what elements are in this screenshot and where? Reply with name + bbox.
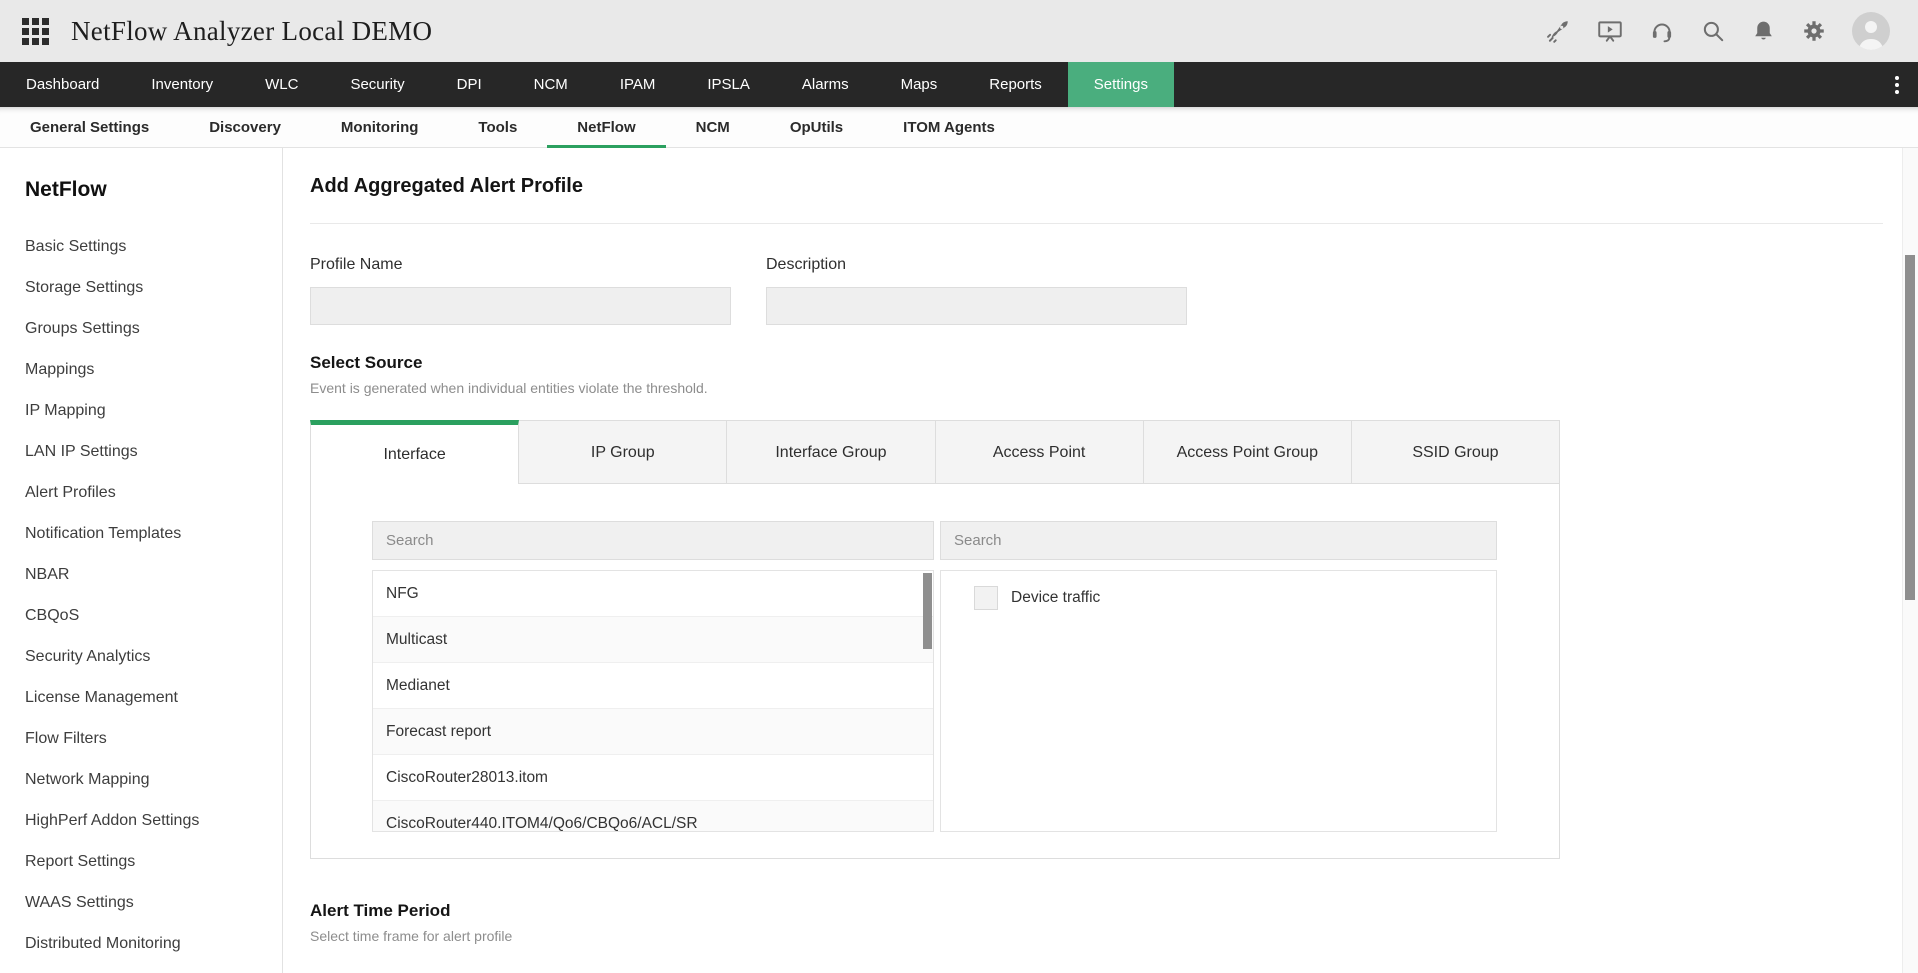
sub-nav-item[interactable]: Discovery	[179, 107, 311, 147]
profile-name-label: Profile Name	[310, 256, 403, 273]
rocket-icon[interactable]	[1545, 18, 1571, 44]
description-label: Description	[766, 256, 847, 273]
sub-nav-item[interactable]: NCM	[666, 107, 760, 147]
sidebar-item[interactable]: Basic Settings	[25, 226, 282, 267]
selected-interfaces-panel: Device traffic	[940, 521, 1497, 832]
select-source-heading: Select Source	[310, 353, 423, 372]
profile-name-input[interactable]	[310, 287, 731, 325]
source-selection-panel: NFGMulticastMedianetForecast reportCisco…	[310, 483, 1560, 859]
sidebar-item[interactable]: Storage Settings	[25, 267, 282, 308]
main-nav-item[interactable]: WLC	[239, 62, 324, 107]
sub-nav-item[interactable]: Monitoring	[311, 107, 448, 147]
alert-time-period-heading: Alert Time Period	[310, 901, 451, 920]
sidebar-title: NetFlow	[25, 178, 107, 201]
description-field-group: Description	[766, 256, 1187, 325]
main-nav-item[interactable]: Reports	[963, 62, 1068, 107]
top-bar: NetFlow Analyzer Local DEMO	[0, 0, 1918, 62]
interface-list-item[interactable]: CiscoRouter28013.itom	[373, 755, 933, 801]
sub-nav-item[interactable]: General Settings	[0, 107, 179, 147]
apps-grid-icon[interactable]	[22, 17, 49, 45]
sidebar-item[interactable]: Report Settings	[25, 841, 282, 882]
device-traffic-row[interactable]: Device traffic	[974, 586, 1496, 610]
sub-nav-item[interactable]: OpUtils	[760, 107, 873, 147]
main-nav-item[interactable]: Security	[324, 62, 430, 107]
main-nav-item[interactable]: NCM	[508, 62, 594, 107]
source-tab[interactable]: SSID Group	[1351, 420, 1561, 484]
sidebar-item[interactable]: Flow Filters	[25, 718, 282, 759]
main-content: Add Aggregated Alert Profile Profile Nam…	[283, 148, 1918, 973]
settings-sub-nav: General Settings Discovery Monitoring Tools…	[0, 107, 1918, 148]
sidebar-item[interactable]: LAN IP Settings	[25, 431, 282, 472]
source-tab[interactable]: Access Point	[935, 420, 1144, 484]
page-scrollbar-thumb[interactable]	[1905, 255, 1915, 600]
user-avatar[interactable]	[1852, 12, 1890, 50]
interface-list: NFG Multicast Medianet Forecast report Cisco…	[373, 571, 933, 831]
sidebar-item[interactable]: Groups Settings	[25, 308, 282, 349]
sidebar-item[interactable]: HighPerf Addon Settings	[25, 800, 282, 841]
interface-list-item[interactable]: CiscoRouter440.ITOM4/Qo6/CBQo6/ACL/SR	[373, 801, 933, 831]
select-source-subtitle: Event is generated when individual entit…	[310, 380, 708, 396]
sidebar-item[interactable]: Notification Templates	[25, 513, 282, 554]
main-nav: Dashboard Inventory WLC Security DPI NCM IPAM I…	[0, 62, 1918, 107]
divider	[310, 223, 1883, 224]
page-title: Add Aggregated Alert Profile	[310, 175, 583, 197]
source-tab[interactable]: Interface	[310, 420, 520, 484]
main-nav-item[interactable]: Alarms	[776, 62, 875, 107]
support-headset-icon[interactable]	[1649, 18, 1675, 44]
sidebar-list: Basic Settings Storage Settings Groups Set…	[25, 226, 282, 964]
topbar-actions	[1545, 12, 1890, 50]
notifications-bell-icon[interactable]	[1751, 18, 1776, 44]
sidebar-item[interactable]: License Management	[25, 677, 282, 718]
device-traffic-checkbox[interactable]	[974, 586, 998, 610]
demo-player-icon[interactable]	[1596, 18, 1624, 44]
main-nav-item[interactable]: Inventory	[125, 62, 239, 107]
main-nav-item[interactable]: Maps	[875, 62, 964, 107]
interface-list-scrollbar-thumb[interactable]	[923, 573, 932, 649]
main-nav-item[interactable]: IPAM	[594, 62, 682, 107]
source-tab[interactable]: IP Group	[519, 420, 728, 484]
description-input[interactable]	[766, 287, 1187, 325]
sidebar-item[interactable]: Alert Profiles	[25, 472, 282, 513]
app-title: NetFlow Analyzer Local DEMO	[71, 15, 433, 46]
sidebar-item[interactable]: WAAS Settings	[25, 882, 282, 923]
sub-nav-item[interactable]: Tools	[448, 107, 547, 147]
interface-list-box: NFG Multicast Medianet Forecast report Cisco…	[372, 570, 934, 832]
alert-time-period-subtitle: Select time frame for alert profile	[310, 928, 513, 944]
sub-nav-item[interactable]: NetFlow	[547, 107, 666, 148]
sub-nav-items: General Settings Discovery Monitoring Tools…	[0, 107, 1025, 148]
source-tab[interactable]: Interface Group	[727, 420, 936, 484]
page-scrollbar[interactable]	[1902, 148, 1918, 973]
sidebar-item[interactable]: Network Mapping	[25, 759, 282, 800]
interface-list-item[interactable]: Medianet	[373, 663, 933, 709]
sidebar-item[interactable]: Security Analytics	[25, 636, 282, 677]
interface-search-input[interactable]	[372, 521, 934, 560]
selected-search-input[interactable]	[940, 521, 1497, 560]
sidebar-item[interactable]: NBAR	[25, 554, 282, 595]
interface-list-item[interactable]: NFG	[373, 571, 933, 617]
main-nav-items: Dashboard Inventory WLC Security DPI NCM IPAM I…	[0, 62, 1174, 107]
interface-list-item[interactable]: Forecast report	[373, 709, 933, 755]
settings-gear-icon[interactable]	[1801, 18, 1827, 44]
interface-list-item[interactable]: Multicast	[373, 617, 933, 663]
netflow-sidebar: NetFlow Basic Settings Storage Settings Gr…	[0, 148, 283, 973]
available-interfaces-panel: NFGMulticastMedianetForecast reportCisco…	[372, 521, 934, 832]
more-options-kebab-icon[interactable]	[1876, 62, 1918, 107]
main-nav-item[interactable]: Settings	[1067, 62, 1174, 107]
main-nav-item[interactable]: DPI	[431, 62, 508, 107]
sidebar-item[interactable]: CBQoS	[25, 595, 282, 636]
sub-nav-item[interactable]: ITOM Agents	[873, 107, 1025, 147]
source-tab[interactable]: Access Point Group	[1143, 420, 1352, 484]
source-tabs: Interface IP Group Interface Group Access P…	[310, 420, 1561, 484]
page-body: NetFlow Basic Settings Storage Settings Gr…	[0, 148, 1918, 973]
profile-name-field-group: Profile Name	[310, 256, 731, 325]
device-traffic-label: Device traffic	[1011, 589, 1101, 606]
profile-form-row: Profile Name Description	[310, 256, 1918, 325]
selected-list-box: Device traffic	[940, 570, 1497, 832]
main-nav-item[interactable]: IPSLA	[681, 62, 776, 107]
search-icon[interactable]	[1700, 18, 1726, 44]
sidebar-item[interactable]: Mappings	[25, 349, 282, 390]
main-nav-item[interactable]: Dashboard	[0, 62, 125, 107]
sidebar-item[interactable]: IP Mapping	[25, 390, 282, 431]
sidebar-item[interactable]: Distributed Monitoring	[25, 923, 282, 964]
